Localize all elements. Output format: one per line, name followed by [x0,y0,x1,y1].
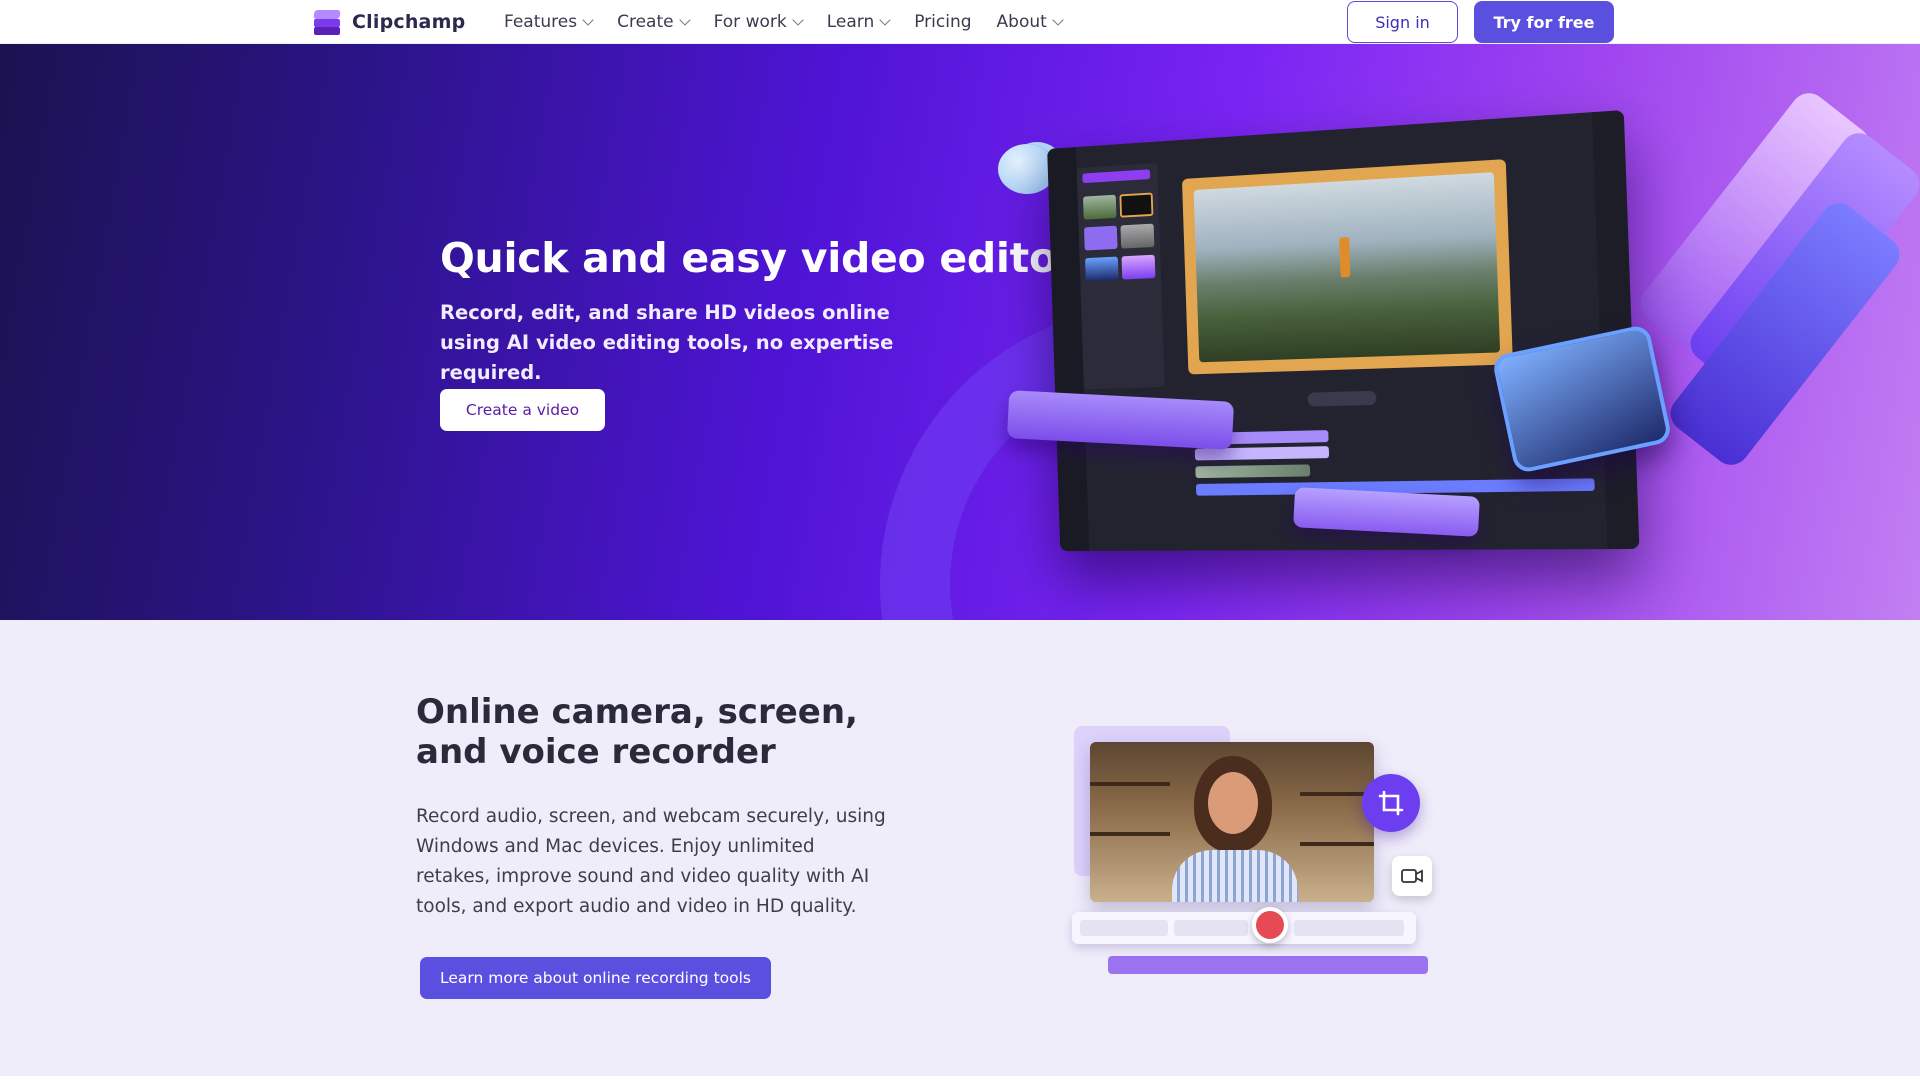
editor-preview-canvas [1181,159,1513,375]
try-for-free-button[interactable]: Try for free [1474,1,1614,43]
nav-item-label: Pricing [914,12,972,32]
playback-bar [1307,390,1377,407]
nav-item-label: Features [504,12,578,32]
hero-subtitle: Record, edit, and share HD videos online… [440,301,894,384]
nav-item-for-work[interactable]: For work [713,12,804,32]
recording-controls-bar [1072,912,1416,944]
editor-mockup [1047,110,1640,552]
clipchamp-logo-icon [312,7,342,37]
clipchamp-logo[interactable]: Clipchamp [312,6,465,38]
video-editor-illustration [801,44,1920,620]
nav-item-label: Learn [826,12,875,32]
nav-item-label: Create [617,12,674,32]
recorder-title: Online camera, screen, and voice recorde… [416,692,858,772]
nav-item-pricing[interactable]: Pricing [914,12,971,32]
sign-in-button[interactable]: Sign in [1347,1,1458,43]
nav-item-features[interactable]: Features [504,12,594,32]
recorder-section: Online camera, screen, and voice recorde… [0,620,1920,1076]
editor-media-panel [1076,162,1165,390]
recorder-illustration [1072,726,1432,996]
main-menu: Features Create For work Learn Pricing A… [504,0,1064,44]
chevron-down-icon [792,13,804,26]
chevron-down-icon [678,13,691,26]
record-icon[interactable] [1252,907,1288,943]
learn-recording-tools-button[interactable]: Learn more about online recording tools [420,957,771,999]
nav-item-label: About [996,12,1047,32]
camera-icon[interactable] [1392,856,1432,896]
nav-item-learn[interactable]: Learn [826,12,891,32]
chevron-down-icon [1052,13,1064,26]
crop-icon[interactable] [1362,774,1420,832]
hero-section: Quick and easy video editor Record, edit… [0,44,1920,620]
nav-item-about[interactable]: About [996,12,1064,32]
nav-item-label: For work [713,12,787,32]
create-video-button[interactable]: Create a video [440,389,605,431]
top-navigation: Clipchamp Features Create For work Learn… [0,0,1920,44]
nav-item-create[interactable]: Create [617,12,691,32]
webcam-preview [1090,742,1374,902]
chevron-down-icon [879,13,891,26]
brand-name: Clipchamp [352,11,466,33]
chevron-down-icon [582,13,594,26]
recorder-description: Record audio, screen, and webcam securel… [416,806,886,917]
